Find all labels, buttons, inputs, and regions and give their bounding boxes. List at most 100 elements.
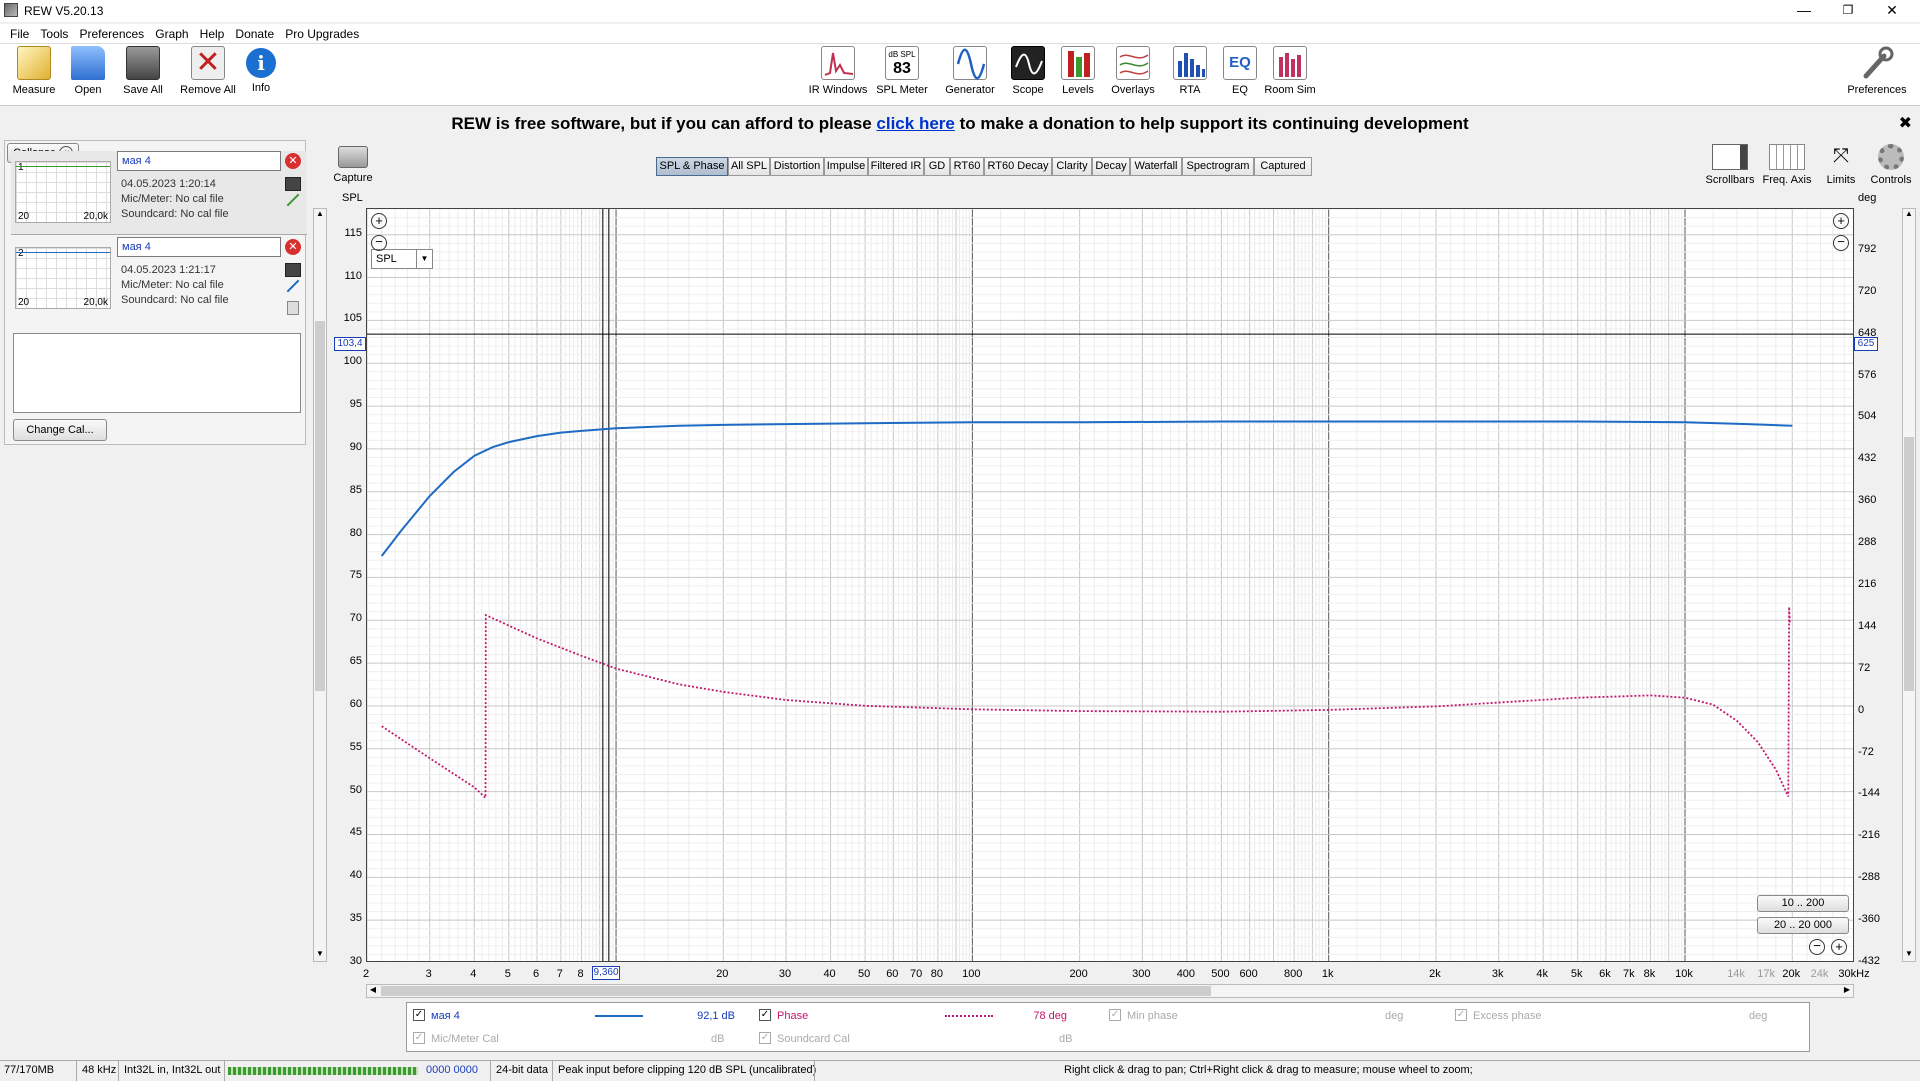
legend-name-phase: Phase [777,1010,809,1022]
line-color-icon[interactable] [286,193,300,207]
menu-pro-upgrades[interactable]: Pro Upgrades [281,24,363,44]
tab-rt60-decay[interactable]: RT60 Decay [984,157,1052,176]
generator-button[interactable]: Generator [940,46,1000,96]
preferences-button[interactable]: Preferences [1844,46,1910,96]
legend-name-excess-phase: Excess phase [1473,1010,1542,1022]
tab-distortion[interactable]: Distortion [770,157,824,176]
input-level-meter [228,1067,418,1075]
measurement-name-field[interactable]: мая 4 [117,237,281,257]
legend-checkbox-excess-phase[interactable]: ✓ [1455,1009,1467,1021]
measure-button[interactable]: Measure [10,46,58,96]
legend-checkbox-soundcard-cal[interactable]: ✓ [759,1032,771,1044]
line-color-icon[interactable] [286,279,300,293]
overlays-button[interactable]: Overlays [1108,46,1158,96]
range-20-20000-button[interactable]: 20 .. 20 000 [1757,917,1849,934]
save-all-button[interactable]: Save All [118,46,168,96]
tab-clarity[interactable]: Clarity [1052,157,1092,176]
tab-all-spl[interactable]: All SPL [728,157,770,176]
zoom-out-y-icon[interactable]: − [371,235,387,251]
spl-selector[interactable]: SPL ▼ [371,249,433,269]
menu-preferences[interactable]: Preferences [75,24,148,44]
legend-checkbox-phase[interactable]: ✓ [759,1009,771,1021]
info-button[interactable]: i Info [244,46,278,94]
spl-phase-graph[interactable]: SPL ▼ + − + − 10 .. 200 20 .. 20 000 − + [366,208,1854,962]
freq-axis-button[interactable]: Freq. Axis [1760,144,1814,186]
status-memory: 77/170MB [4,1064,55,1076]
graph-vertical-scrollbar[interactable]: ▲ ▼ [1902,208,1916,962]
menu-donate[interactable]: Donate [231,24,278,44]
room-sim-button[interactable]: Room Sim [1264,46,1316,96]
spl-meter-button[interactable]: dB SPL 83 SPL Meter [874,46,930,96]
y-tick-label: 30 [349,955,362,967]
menu-help[interactable]: Help [196,24,229,44]
remove-measurement-icon[interactable]: ✕ [285,239,301,255]
eq-icon: EQ [1223,46,1257,80]
x-tick-label: 2k [1429,968,1441,980]
remove-all-button[interactable]: ✕ Remove All [178,46,238,96]
scope-button[interactable]: Scope [1008,46,1048,96]
status-sample-rate: 48 kHz [82,1064,117,1076]
tab-spl-phase[interactable]: SPL & Phase [656,157,728,176]
x-tick-label: 40 [823,968,836,980]
tab-waterfall[interactable]: Waterfall [1130,157,1182,176]
zoom-in-y2-icon[interactable]: + [1833,213,1849,229]
levels-button[interactable]: Levels [1056,46,1100,96]
zoom-out-y2-icon[interactable]: − [1833,235,1849,251]
x-tick-label: 24k [1810,968,1829,980]
minimize-button[interactable]: — [1782,0,1826,22]
folder-icon [71,46,105,80]
gear-icon [1878,144,1904,170]
freq-axis-icon [1769,144,1805,170]
save-measurement-icon[interactable] [285,263,301,277]
panel-scrollbar[interactable]: ▲ ▼ [313,208,327,962]
rta-button[interactable]: RTA [1170,46,1210,96]
notes-area[interactable] [13,333,301,413]
zoom-in-y-icon[interactable]: + [371,213,387,229]
legend-value-spl: 92,1 dB [697,1010,735,1022]
donate-link[interactable]: click here [876,114,954,133]
legend-checkbox-spl[interactable]: ✓ [413,1009,425,1021]
tab-decay[interactable]: Decay [1092,157,1130,176]
status-bit-depth: 24-bit data [496,1064,548,1076]
banner-close-icon[interactable]: ✖ [1899,106,1912,142]
zoom-in-x-icon[interactable]: + [1831,939,1847,955]
notes-icon[interactable] [287,301,299,315]
measurement-item[interactable]: 2 20 20,0k мая 4 ✕ 04.05.2023 1:21:17 Mi… [11,237,307,321]
tab-captured[interactable]: Captured [1254,157,1312,176]
measurement-mic: Mic/Meter: No cal file [121,193,224,205]
change-cal-button[interactable]: Change Cal... [13,419,107,441]
tab-spectrogram[interactable]: Spectrogram [1182,157,1254,176]
status-bar: 77/170MB 48 kHz Int32L in, Int32L out 00… [0,1060,1920,1081]
tab-filtered-ir[interactable]: Filtered IR [868,157,924,176]
controls-button[interactable]: Controls [1866,144,1916,186]
graph-horizontal-scrollbar[interactable]: ◀ ▶ [366,984,1854,998]
banner-text-suffix: to make a donation to help support its c… [954,114,1469,133]
close-button[interactable]: ✕ [1870,0,1914,22]
x-tick-label: 1k [1321,968,1334,980]
range-10-200-button[interactable]: 10 .. 200 [1757,895,1849,912]
eq-button[interactable]: EQ EQ [1222,46,1258,96]
ir-windows-button[interactable]: IR Windows [808,46,868,96]
limits-icon: ⤧ [1833,145,1849,167]
x-tick-label: 8k [1643,968,1656,980]
y-tick-label: 85 [349,483,362,496]
tab-rt60[interactable]: RT60 [950,157,984,176]
menu-tools[interactable]: Tools [36,24,72,44]
scope-icon [1011,46,1045,80]
maximize-button[interactable]: ❐ [1826,0,1870,22]
legend-checkbox-mic-cal[interactable]: ✓ [413,1032,425,1044]
open-button[interactable]: Open [66,46,110,96]
tab-gd[interactable]: GD [924,157,950,176]
status-peak-input: Peak input before clipping 120 dB SPL (u… [558,1064,817,1076]
menu-graph[interactable]: Graph [151,24,192,44]
limits-button[interactable]: ⤧ Limits [1818,144,1864,186]
scrollbars-button[interactable]: Scrollbars [1700,144,1760,186]
tab-impulse[interactable]: Impulse [824,157,868,176]
legend-checkbox-min-phase[interactable]: ✓ [1109,1009,1121,1021]
legend-value-phase: 78 deg [1033,1010,1067,1022]
menu-file[interactable]: File [6,24,33,44]
y-tick-label: 35 [349,912,362,925]
generator-icon [953,46,987,80]
x-tick-label: 17k [1757,968,1775,980]
zoom-out-x-icon[interactable]: − [1809,939,1825,955]
